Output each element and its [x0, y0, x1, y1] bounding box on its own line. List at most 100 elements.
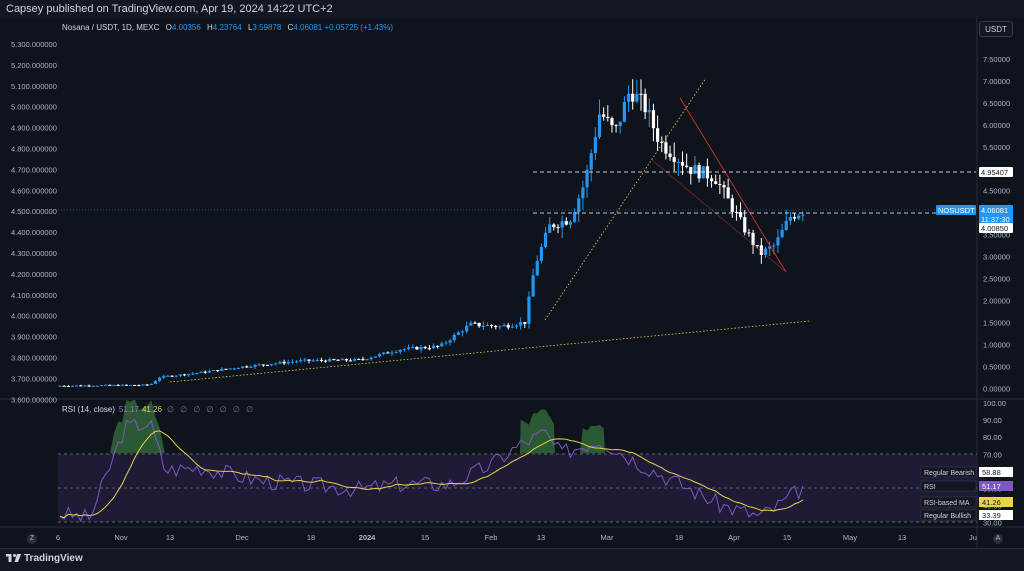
- candle-body: [523, 322, 527, 324]
- price-pane[interactable]: [58, 77, 977, 388]
- candle-body: [643, 93, 647, 113]
- rsi-value-tag: 33.39: [982, 511, 1001, 520]
- symbol-name[interactable]: Nosana / USDT, 1D, MEXC: [62, 23, 159, 32]
- candle-body: [270, 364, 274, 366]
- candle-body: [519, 322, 523, 326]
- candle-body: [647, 110, 651, 113]
- rsi-na-values: ∅ ∅ ∅ ∅ ∅ ∅ ∅: [166, 405, 256, 414]
- time-axis-label: Mar: [601, 533, 614, 542]
- candle-body: [145, 384, 149, 386]
- left-axis-label: 4.800.000000: [11, 145, 57, 154]
- countdown-tag: 11:37:30: [981, 215, 1010, 224]
- time-axis-label: 13: [537, 533, 545, 542]
- candle-body: [62, 385, 66, 387]
- candle-body: [249, 366, 253, 368]
- candle-body: [108, 384, 112, 386]
- candle-body: [631, 93, 635, 102]
- candle-body: [672, 157, 676, 163]
- candle-body: [436, 345, 440, 347]
- candle-body: [797, 215, 801, 219]
- right-axis-label: 1.00000: [983, 340, 1010, 349]
- candle-body: [299, 360, 303, 362]
- time-axis-label: Nov: [114, 533, 128, 542]
- rsi-value: 51.17: [118, 405, 139, 414]
- tradingview-logo-icon: [6, 554, 21, 563]
- time-axis-label: 2024: [359, 533, 377, 542]
- footer-bar: TradingView: [0, 548, 1024, 571]
- candle-body: [282, 361, 286, 364]
- candle-body: [178, 374, 182, 376]
- candle-body: [357, 358, 361, 360]
- candle-body: [626, 93, 631, 102]
- candle-body: [622, 101, 626, 122]
- candle-body: [755, 245, 759, 247]
- left-axis-label: 5.200.000000: [11, 61, 57, 70]
- right-axis-label: 3.00000: [983, 253, 1010, 262]
- candle-body: [477, 322, 481, 327]
- right-axis-label: 6.00000: [983, 121, 1010, 130]
- candle-body: [369, 357, 373, 360]
- time-axis-label: 18: [675, 533, 683, 542]
- candle-body: [419, 347, 423, 350]
- time-axis-label: 18: [307, 533, 315, 542]
- candle-body: [224, 368, 228, 370]
- candle-body: [158, 377, 162, 381]
- candle-body: [693, 165, 697, 174]
- candle-body: [618, 121, 622, 126]
- left-axis-label: 4.200.000000: [11, 270, 57, 279]
- red-trendline: [679, 97, 787, 273]
- symbol-tag: NOSUSDT: [938, 206, 975, 215]
- candle-body: [124, 384, 128, 386]
- candle-body: [465, 325, 469, 332]
- candle-body: [452, 334, 456, 341]
- auto-scale-button[interactable]: A: [993, 534, 1003, 544]
- candle-body: [685, 165, 689, 168]
- rsi-label-name: RSI: [924, 484, 936, 491]
- candle-body: [137, 385, 141, 387]
- candle-body: [564, 221, 568, 225]
- rsi-indicator-name[interactable]: RSI (14, close): [62, 405, 115, 414]
- candle-body: [784, 220, 788, 230]
- candle-body: [348, 360, 353, 362]
- candle-body: [680, 161, 685, 166]
- candle-body: [236, 367, 241, 369]
- candle-body: [606, 116, 610, 119]
- rsi-axis-label: 30.00: [983, 519, 1002, 528]
- candle-body: [469, 322, 473, 326]
- candle-body: [718, 183, 722, 185]
- candle-body: [116, 384, 120, 386]
- candle-body: [174, 375, 178, 377]
- candle-body: [614, 125, 618, 127]
- candle-body: [664, 142, 668, 154]
- candle-body: [485, 325, 490, 327]
- chart-canvas[interactable]: 5.300.000000 5.200.000000 5.100.000000 5.00…: [0, 0, 1024, 548]
- candle-body: [498, 326, 502, 328]
- candle-body: [490, 325, 494, 327]
- candle-body: [456, 332, 460, 335]
- candle-body: [639, 93, 643, 95]
- candle-body: [423, 347, 427, 349]
- candle-body: [286, 361, 290, 364]
- candle-body: [70, 385, 75, 387]
- candle-body: [531, 275, 535, 297]
- candle-body: [91, 385, 95, 387]
- left-axis-label: 4.000.000000: [11, 312, 57, 321]
- candle-body: [207, 370, 211, 373]
- candle-body: [780, 229, 784, 238]
- candle-body: [714, 181, 718, 184]
- candle-body: [597, 114, 602, 138]
- tradingview-logo[interactable]: TradingView: [6, 553, 83, 564]
- candle-body: [149, 383, 153, 385]
- candle-body: [220, 368, 224, 371]
- candle-body: [365, 359, 369, 361]
- candle-body: [573, 212, 577, 222]
- left-axis-label: 4.600.000000: [11, 186, 57, 195]
- candle-body: [792, 216, 797, 219]
- currency-button[interactable]: USDT: [979, 21, 1013, 37]
- right-axis-label: 0.50000: [983, 362, 1010, 371]
- left-axis-label: 4.500.000000: [11, 207, 57, 216]
- zoom-z-button[interactable]: Z: [27, 534, 37, 544]
- candle-body: [411, 346, 415, 348]
- candle-body: [211, 370, 216, 372]
- candle-body: [481, 326, 485, 328]
